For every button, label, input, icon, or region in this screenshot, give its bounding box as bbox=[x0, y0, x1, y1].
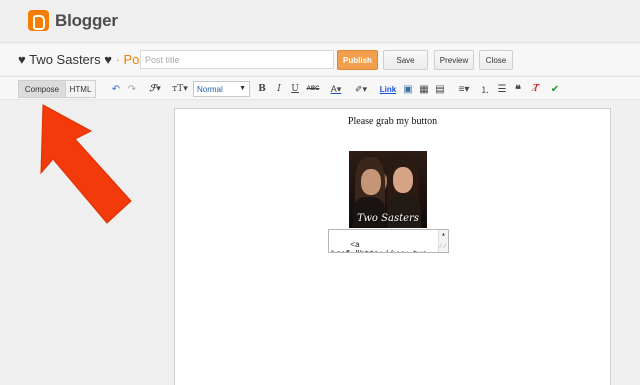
strikethrough-icon[interactable]: ABC bbox=[306, 81, 320, 97]
highlight-icon[interactable]: ✐▾ bbox=[351, 81, 371, 97]
italic-icon[interactable]: I bbox=[274, 81, 284, 97]
button-code-textarea[interactable]: <a href="http://www.two ▴▾ ⁄⁄ bbox=[328, 229, 449, 253]
blogger-logo[interactable]: Blogger bbox=[28, 10, 118, 31]
breadcrumb-separator: · bbox=[111, 52, 124, 67]
button-code-text: <a href="http://www.two bbox=[331, 241, 427, 252]
image-icon[interactable]: ▣ bbox=[402, 81, 414, 97]
underline-icon[interactable]: U bbox=[290, 81, 300, 97]
preview-button[interactable]: Preview bbox=[434, 50, 474, 70]
image-caption: Two Sasters bbox=[357, 213, 419, 224]
publish-button[interactable]: Publish bbox=[337, 50, 378, 70]
resize-grip-icon[interactable]: ⁄⁄ bbox=[439, 243, 447, 252]
text-color-icon[interactable]: A▾ bbox=[326, 81, 346, 97]
arrow-shape bbox=[40, 104, 132, 224]
font-size-icon[interactable]: ᴛT▾ bbox=[170, 81, 190, 97]
font-family-icon[interactable]: ℱ▾ bbox=[146, 81, 164, 97]
undo-icon[interactable]: ↶ bbox=[110, 81, 122, 97]
post-body-heading: Please grab my button bbox=[347, 116, 438, 127]
post-header: ♥ Two Sasters ♥ · Post Publish Save Prev… bbox=[0, 44, 640, 75]
jump-break-icon[interactable]: ▤ bbox=[434, 81, 446, 97]
align-icon[interactable]: ≡▾ bbox=[455, 81, 473, 97]
editor-toolbar: Compose HTML ↶ ↷ ℱ▾ ᴛT▾ Normal ▼ B I U A… bbox=[0, 76, 640, 100]
format-select[interactable]: Normal ▼ bbox=[193, 81, 250, 97]
blog-breadcrumb: ♥ Two Sasters ♥ · Post bbox=[18, 52, 150, 67]
compose-tab[interactable]: Compose bbox=[18, 80, 66, 98]
annotation-arrow bbox=[40, 104, 132, 224]
app-name: Blogger bbox=[55, 10, 118, 30]
quote-icon[interactable]: ❝ bbox=[512, 81, 524, 97]
top-header: Blogger bbox=[0, 0, 640, 43]
remove-formatting-icon[interactable]: T̸ bbox=[530, 81, 542, 97]
link-button[interactable]: Link bbox=[378, 81, 398, 97]
chevron-down-icon: ▼ bbox=[239, 85, 246, 92]
numbered-list-icon[interactable]: ⒈ bbox=[479, 81, 491, 97]
redo-icon[interactable]: ↷ bbox=[126, 81, 138, 97]
close-button[interactable]: Close bbox=[479, 50, 513, 70]
blog-name[interactable]: ♥ Two Sasters ♥ bbox=[18, 52, 112, 67]
html-tab[interactable]: HTML bbox=[65, 80, 96, 98]
blogger-logo-icon bbox=[28, 10, 49, 31]
save-button[interactable]: Save bbox=[383, 50, 428, 70]
format-select-value: Normal bbox=[197, 84, 223, 94]
button-image[interactable]: Two Sasters bbox=[349, 151, 427, 228]
bullet-list-icon[interactable]: ☰ bbox=[496, 81, 508, 97]
bold-icon[interactable]: B bbox=[257, 81, 267, 97]
spellcheck-icon[interactable]: ✔ bbox=[549, 81, 561, 97]
video-icon[interactable]: ▦ bbox=[418, 81, 430, 97]
compose-editor[interactable]: Please grab my button Two Sasters <a hre… bbox=[174, 108, 611, 385]
post-title-input[interactable] bbox=[140, 50, 334, 69]
